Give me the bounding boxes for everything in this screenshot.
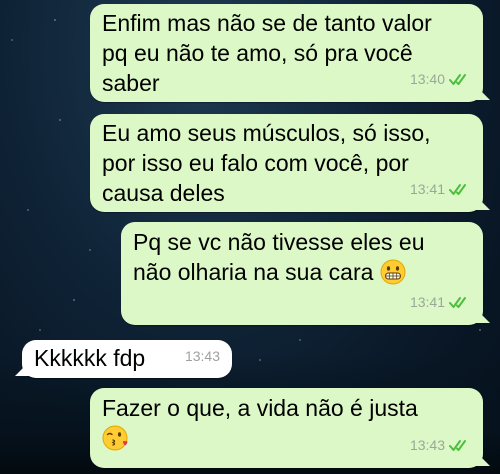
message-meta: 13:43 [185,341,220,371]
message-text: Pq se vc não tivesse eles eu não olharia… [133,227,425,287]
message-time: 13:43 [184,348,220,364]
outgoing-message[interactable]: Eu amo seus músculos, só isso, por isso … [90,114,483,212]
message-text: Enfim mas não se de tanto valor pq eu nã… [102,10,432,96]
message-text: Kkkkkk fdp [34,345,146,371]
message-time: 13:43 [409,437,445,453]
message-time: 13:41 [409,181,445,197]
message-text: Fazer o que, a vida não é justa [102,393,418,453]
message-meta: 13:41 [410,174,469,204]
message-meta: 13:40 [410,64,469,94]
message-text-content: Fazer o que, a vida não é justa [102,395,418,421]
face-blowing-kiss-emoji [102,425,128,451]
double-check-icon [449,296,466,308]
double-check-icon [449,439,466,451]
double-check-icon [449,183,466,195]
message-text: Eu amo seus músculos, só isso, por isso … [102,120,431,206]
message-meta: 13:41 [410,287,469,317]
double-check-icon [449,73,466,85]
grimacing-face-emoji [380,259,406,285]
message-meta: 13:43 [410,430,469,460]
message-time: 13:40 [409,71,445,87]
outgoing-message[interactable]: Enfim mas não se de tanto valor pq eu nã… [90,4,483,102]
message-time: 13:41 [409,294,445,310]
outgoing-message[interactable]: Fazer o que, a vida não é justa 13:43 [90,388,483,468]
incoming-message[interactable]: Kkkkkk fdp 13:43 [22,340,232,378]
outgoing-message[interactable]: Pq se vc não tivesse eles eu não olharia… [121,222,483,325]
